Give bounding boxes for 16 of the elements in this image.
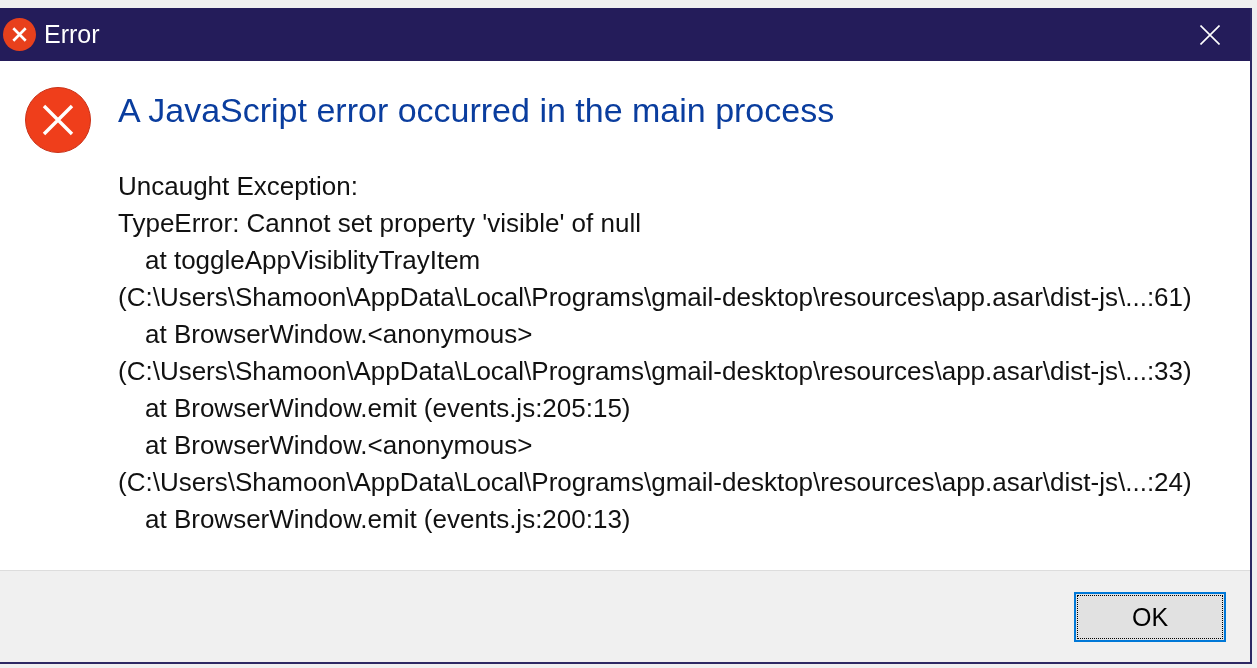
error-icon bbox=[25, 87, 91, 153]
error-message-line: TypeError: Cannot set property 'visible' of null bbox=[118, 207, 641, 240]
stack-frame-line: at BrowserWindow.emit (events.js:205:15) bbox=[145, 392, 631, 425]
error-heading: A JavaScript error occurred in the main process bbox=[118, 90, 835, 130]
stack-frame-line: at BrowserWindow.emit (events.js:200:13) bbox=[145, 503, 631, 536]
stack-frame-location: (C:\Users\Shamoon\AppData\Local\Programs\gmail-desktop\resources\app.asar\dist-js\...:24) bbox=[118, 466, 1192, 499]
error-icon bbox=[3, 18, 36, 51]
stack-frame-location: (C:\Users\Shamoon\AppData\Local\Programs\gmail-desktop\resources\app.asar\dist-js\...:61) bbox=[118, 281, 1192, 314]
close-icon bbox=[1200, 24, 1220, 45]
stack-frame-location: (C:\Users\Shamoon\AppData\Local\Programs\gmail-desktop\resources\app.asar\dist-js\...:33) bbox=[118, 355, 1192, 388]
stack-frame-line: at toggleAppVisiblityTrayItem bbox=[145, 244, 481, 277]
stack-frame-line: at BrowserWindow.<anonymous> bbox=[145, 429, 533, 462]
ok-button[interactable]: OK bbox=[1074, 592, 1226, 642]
window-title: Error bbox=[44, 20, 100, 49]
error-message-line: Uncaught Exception: bbox=[118, 170, 358, 203]
stack-frame-line: at BrowserWindow.<anonymous> bbox=[145, 318, 533, 351]
